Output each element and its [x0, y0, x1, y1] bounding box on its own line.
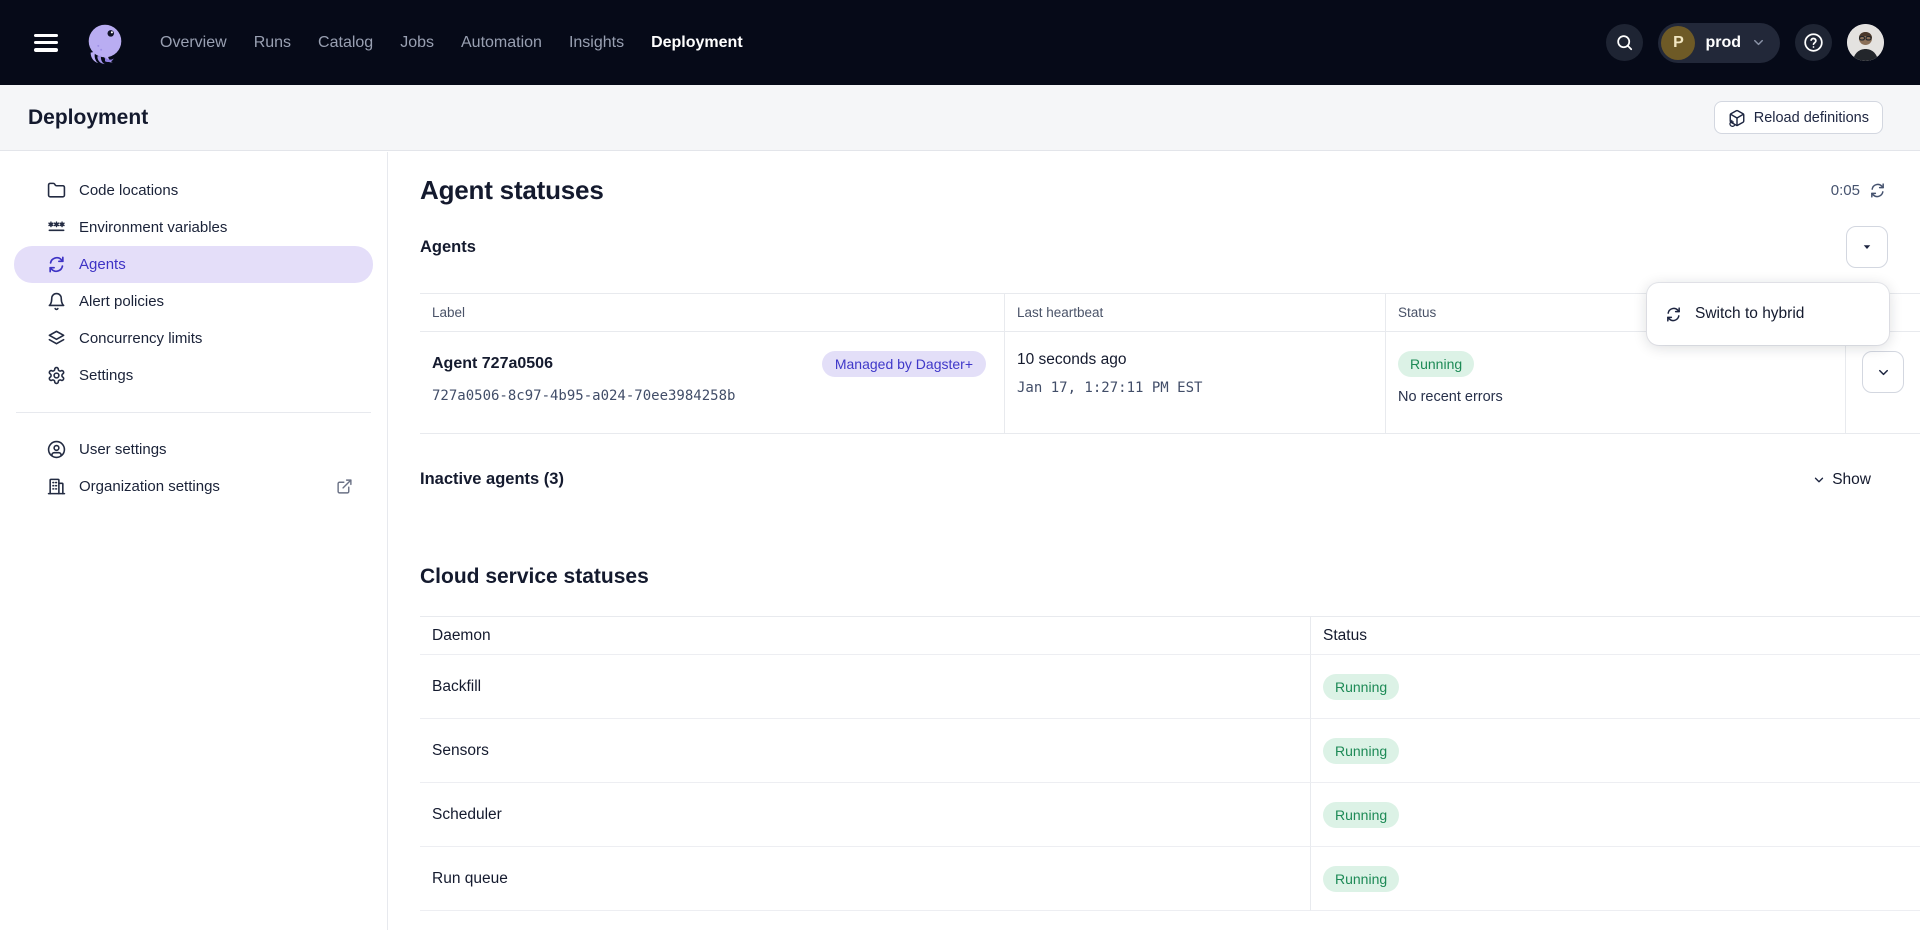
refresh-countdown-value: 0:05 — [1831, 182, 1860, 199]
managed-badge: Managed by Dagster+ — [822, 351, 986, 377]
daemon-row: Sensors Running — [420, 719, 1920, 783]
agents-actions-menu: Switch to hybrid — [1647, 283, 1889, 345]
daemon-row: Backfill Running — [420, 655, 1920, 719]
workspace-name: prod — [1705, 34, 1741, 52]
status-note: No recent errors — [1398, 389, 1833, 405]
refresh-icon[interactable] — [1869, 182, 1886, 199]
status-badge: Running — [1323, 738, 1399, 764]
nav-link-runs[interactable]: Runs — [254, 34, 291, 52]
workspace-avatar: P — [1661, 26, 1695, 60]
agent-name: Agent 727a0506 — [432, 355, 553, 373]
sidebar-item-label: Organization settings — [79, 478, 220, 495]
cloud-services-table: Daemon Status Backfill Running Sensors R… — [420, 616, 1920, 911]
chevron-down-icon — [1812, 473, 1826, 487]
caret-down-icon — [1861, 241, 1873, 253]
heartbeat-timestamp: Jan 17, 1:27:11 PM EST — [1017, 380, 1373, 396]
sidebar-item-environment-variables[interactable]: Environment variables — [14, 209, 373, 246]
reload-definitions-label: Reload definitions — [1754, 110, 1869, 126]
sidebar-item-agents[interactable]: Agents — [14, 246, 373, 283]
question-circle-icon — [1803, 32, 1824, 53]
sidebar-item-settings[interactable]: Settings — [14, 357, 373, 394]
chevron-down-icon — [1751, 35, 1766, 50]
cloud-table-header: Daemon Status — [420, 617, 1920, 655]
sidebar-item-label: Agents — [79, 256, 126, 273]
folder-icon — [47, 181, 66, 200]
refresh-countdown: 0:05 — [1831, 182, 1886, 199]
inactive-agents-show-toggle[interactable]: Show — [1812, 471, 1871, 489]
column-header-last-heartbeat: Last heartbeat — [1004, 294, 1385, 332]
page-title: Deployment — [28, 106, 148, 130]
status-badge: Running — [1323, 802, 1399, 828]
sidebar-item-code-locations[interactable]: Code locations — [14, 172, 373, 209]
daemon-name: Backfill — [420, 655, 1310, 719]
chevron-down-icon — [1876, 365, 1891, 380]
cloud-service-statuses-title: Cloud service statuses — [420, 565, 1920, 589]
sidebar-item-label: Environment variables — [79, 219, 227, 236]
gear-icon — [47, 366, 66, 385]
sidebar-item-label: Code locations — [79, 182, 178, 199]
env-vars-icon — [47, 218, 66, 237]
column-header-daemon: Daemon — [420, 617, 1310, 655]
nav-link-automation[interactable]: Automation — [461, 34, 542, 52]
daemon-row: Run queue Running — [420, 847, 1920, 911]
sidebar-item-user-settings[interactable]: User settings — [14, 431, 373, 468]
workspace-switcher[interactable]: P prod — [1658, 23, 1780, 63]
building-icon — [47, 477, 66, 496]
agents-page: Agent statuses 0:05 Agents Label Last he… — [389, 152, 1920, 930]
nav-links: Overview Runs Catalog Jobs Automation In… — [160, 34, 743, 52]
deployment-sidebar: Code locations Environment variables Age… — [0, 152, 388, 930]
agent-row: Agent 727a0506 Managed by Dagster+ 727a0… — [420, 332, 1920, 434]
agent-row-menu-button[interactable] — [1862, 351, 1904, 393]
agent-uuid: 727a0506-8c97-4b95-a024-70ee3984258b — [432, 388, 992, 404]
daemon-name: Sensors — [420, 719, 1310, 783]
sidebar-item-label: User settings — [79, 441, 167, 458]
daemon-name: Run queue — [420, 847, 1310, 911]
daemon-row: Scheduler Running — [420, 783, 1920, 847]
sidebar-divider — [16, 412, 371, 413]
sidebar-item-organization-settings[interactable]: Organization settings — [14, 468, 373, 505]
external-link-icon — [336, 478, 353, 495]
nav-link-overview[interactable]: Overview — [160, 34, 227, 52]
hamburger-menu-icon[interactable] — [34, 34, 58, 52]
sidebar-item-label: Settings — [79, 367, 133, 384]
nav-link-jobs[interactable]: Jobs — [400, 34, 434, 52]
nav-link-catalog[interactable]: Catalog — [318, 34, 373, 52]
heartbeat-relative: 10 seconds ago — [1017, 351, 1373, 369]
column-header-status: Status — [1310, 617, 1920, 655]
agents-actions-menu-button[interactable] — [1846, 226, 1888, 268]
agents-section-title: Agents — [420, 238, 476, 257]
search-button[interactable] — [1606, 24, 1643, 61]
agent-sync-icon — [47, 255, 66, 274]
sidebar-item-label: Concurrency limits — [79, 330, 202, 347]
bell-icon — [47, 292, 66, 311]
search-icon — [1615, 33, 1634, 52]
sidebar-item-concurrency-limits[interactable]: Concurrency limits — [14, 320, 373, 357]
show-label: Show — [1832, 471, 1871, 489]
layers-icon — [47, 329, 66, 348]
reload-cube-icon — [1728, 109, 1746, 127]
status-badge: Running — [1323, 674, 1399, 700]
user-avatar[interactable] — [1847, 24, 1884, 61]
reload-definitions-button[interactable]: Reload definitions — [1714, 101, 1883, 134]
page-header: Deployment Reload definitions — [0, 85, 1920, 151]
sidebar-item-alert-policies[interactable]: Alert policies — [14, 283, 373, 320]
agent-sync-icon — [1665, 306, 1682, 323]
nav-link-insights[interactable]: Insights — [569, 34, 624, 52]
menu-item-switch-to-hybrid[interactable]: Switch to hybrid — [1695, 305, 1804, 323]
status-badge: Running — [1323, 866, 1399, 892]
daemon-name: Scheduler — [420, 783, 1310, 847]
user-circle-icon — [47, 440, 66, 459]
dagster-logo[interactable] — [82, 20, 128, 66]
top-nav: Overview Runs Catalog Jobs Automation In… — [0, 0, 1920, 85]
nav-link-deployment[interactable]: Deployment — [651, 34, 743, 52]
agent-statuses-title: Agent statuses — [420, 175, 604, 206]
status-badge: Running — [1398, 351, 1474, 377]
inactive-agents-title: Inactive agents (3) — [420, 470, 564, 489]
sidebar-item-label: Alert policies — [79, 293, 164, 310]
column-header-label: Label — [420, 294, 1004, 332]
help-button[interactable] — [1795, 24, 1832, 61]
